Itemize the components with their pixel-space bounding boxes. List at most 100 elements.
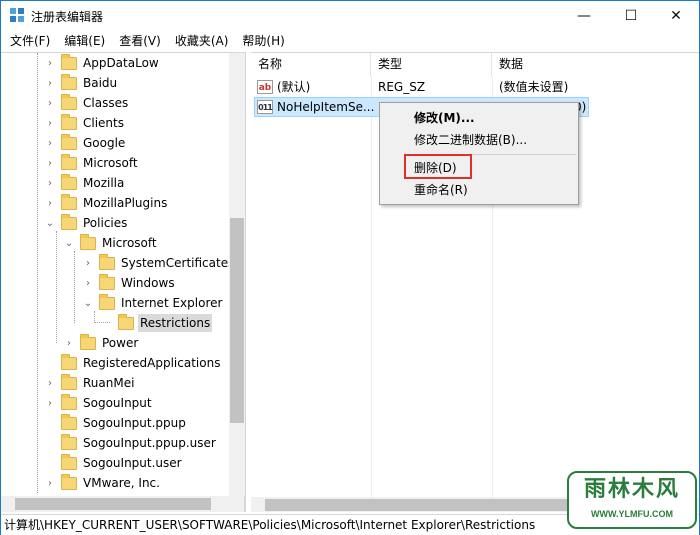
expand-chevron-icon[interactable]: › — [45, 478, 55, 489]
tree-item-sogouinput[interactable]: › SogouInput — [45, 393, 154, 413]
menu-favorites[interactable]: 收藏夹(A) — [170, 32, 234, 50]
collapse-chevron-icon[interactable]: ⌄ — [64, 238, 74, 249]
watermark-url: WWW.YLMFU.COM — [591, 509, 673, 519]
tree-item-policies-microsoft[interactable]: ⌄ Microsoft — [64, 233, 159, 253]
tree-item-label: RegisteredApplications — [83, 356, 221, 370]
tree-item-mozillaplugins[interactable]: › MozillaPlugins — [45, 193, 169, 213]
folder-icon — [61, 173, 77, 190]
tree-item-label: MozillaPlugins — [83, 196, 168, 210]
registry-editor-icon — [10, 8, 24, 22]
tree-item-mozilla[interactable]: › Mozilla — [45, 173, 126, 193]
folder-icon — [80, 233, 96, 250]
expand-chevron-icon[interactable]: › — [45, 198, 55, 209]
tree-item-internet-explorer[interactable]: ⌄ Internet Explorer — [83, 293, 224, 313]
menu-file[interactable]: 文件(F) — [5, 32, 55, 50]
tree-item-microsoft[interactable]: › Microsoft — [45, 153, 140, 173]
context-menu: 修改(M)... 修改二进制数据(B)... 删除(D) 重命名(R) — [379, 102, 579, 205]
tree-item-power[interactable]: › Power — [64, 333, 140, 353]
tree-item-label: Google — [83, 136, 126, 150]
folder-icon — [61, 353, 77, 370]
tree-item-label: RuanMei — [83, 376, 135, 390]
tree-item-sogouinput-ppup-user[interactable]: SogouInput.ppup.user — [45, 433, 218, 453]
folder-icon — [61, 73, 77, 90]
tree-item-label: Internet Explorer — [121, 296, 223, 310]
value-data: (数值未设置) — [499, 80, 569, 94]
tree-item-label: Clients — [83, 116, 124, 130]
expand-chevron-icon[interactable]: › — [64, 338, 74, 349]
folder-icon — [61, 473, 77, 490]
folder-icon — [61, 53, 77, 70]
tree-item-label: SogouInput — [83, 396, 152, 410]
tree-item-label: SystemCertificates — [121, 256, 235, 270]
tree-item-label: Policies — [83, 216, 128, 230]
folder-icon — [80, 333, 96, 350]
collapse-chevron-icon[interactable]: ⌄ — [83, 298, 93, 309]
tree-item-clients[interactable]: › Clients — [45, 113, 126, 133]
column-header-data[interactable]: 数据 — [492, 53, 699, 77]
expand-chevron-icon[interactable]: › — [83, 258, 93, 269]
expand-chevron-icon[interactable]: › — [83, 278, 93, 289]
tree-item-restrictions[interactable]: Restrictions — [102, 313, 213, 333]
expand-chevron-icon[interactable]: › — [45, 78, 55, 89]
expand-chevron-icon[interactable]: › — [45, 398, 55, 409]
folder-icon — [61, 133, 77, 150]
tree-horizontal-scroll-thumb[interactable] — [15, 498, 211, 510]
tree-item-label: SogouInput.ppup — [83, 416, 186, 430]
expand-chevron-icon[interactable]: › — [45, 118, 55, 129]
tree-vertical-scroll-thumb[interactable] — [230, 218, 244, 423]
folder-icon — [61, 433, 77, 450]
tree-item-google[interactable]: › Google — [45, 133, 127, 153]
menu-view[interactable]: 查看(V) — [114, 32, 166, 50]
context-modify[interactable]: 修改(M)... — [382, 107, 576, 129]
collapse-chevron-icon[interactable]: ⌄ — [45, 218, 55, 229]
context-modify-binary[interactable]: 修改二进制数据(B)... — [382, 129, 576, 151]
tree-item-policies[interactable]: ⌄ Policies — [45, 213, 129, 233]
tree-guide-line — [37, 53, 38, 493]
menu-help[interactable]: 帮助(H) — [237, 32, 289, 50]
tree-item-label: Microsoft — [102, 236, 157, 250]
expand-chevron-icon[interactable]: › — [45, 98, 55, 109]
tree-item-label: AppDataLow — [83, 56, 159, 70]
close-button[interactable]: ✕ — [653, 1, 699, 31]
delete-highlight-box — [404, 154, 472, 179]
expand-chevron-icon[interactable]: › — [45, 158, 55, 169]
tree-item-label: VMware, Inc. — [83, 476, 160, 490]
tree-item-registeredapplications[interactable]: RegisteredApplications — [45, 353, 222, 373]
expand-chevron-icon[interactable]: › — [45, 58, 55, 69]
folder-icon — [61, 93, 77, 110]
tree-item-systemcertificates[interactable]: › SystemCertificates — [83, 253, 236, 273]
tree-item-label: Restrictions — [138, 314, 213, 332]
folder-icon — [61, 393, 77, 410]
column-header-name[interactable]: 名称 — [251, 53, 371, 77]
key-tree-pane: › AppDataLow › Baidu › Classes › Clients… — [1, 52, 246, 512]
tree-item-sogouinput-user[interactable]: SogouInput.user — [45, 453, 184, 473]
tree-item-windows[interactable]: › Windows — [83, 273, 177, 293]
tree-item-ruanmei[interactable]: › RuanMei — [45, 373, 136, 393]
folder-icon — [61, 153, 77, 170]
menu-edit[interactable]: 编辑(E) — [59, 32, 110, 50]
tree-item-classes[interactable]: › Classes — [45, 93, 130, 113]
value-name: NoHelpItemSe... — [277, 100, 375, 114]
tree-item-label: Windows — [121, 276, 175, 290]
value-row-default[interactable]: ab (默认) REG_SZ (数值未设置) — [251, 77, 699, 97]
folder-icon — [61, 373, 77, 390]
tree-item-sogouinput-ppup[interactable]: SogouInput.ppup — [45, 413, 188, 433]
tree-horizontal-scrollbar[interactable] — [1, 496, 245, 512]
tree-item-baidu[interactable]: › Baidu — [45, 73, 119, 93]
tree-item-appdatalow[interactable]: › AppDataLow — [45, 53, 161, 73]
minimize-button[interactable]: — — [561, 1, 607, 31]
expand-chevron-icon[interactable]: › — [45, 178, 55, 189]
expand-chevron-icon[interactable]: › — [45, 138, 55, 149]
context-rename[interactable]: 重命名(R) — [382, 179, 576, 201]
tree-item-vmware[interactable]: › VMware, Inc. — [45, 473, 162, 493]
maximize-button[interactable]: ☐ — [608, 1, 654, 31]
tree-vertical-scrollbar[interactable] — [229, 53, 245, 512]
binary-value-icon: 011 — [257, 100, 273, 114]
folder-icon — [61, 193, 77, 210]
menu-bar: 文件(F) 编辑(E) 查看(V) 收藏夹(A) 帮助(H) — [1, 31, 699, 51]
list-horizontal-scroll-thumb[interactable] — [265, 499, 595, 511]
tree-item-label: Classes — [83, 96, 129, 110]
expand-chevron-icon[interactable]: › — [45, 378, 55, 389]
tree-item-label: Mozilla — [83, 176, 125, 190]
column-header-type[interactable]: 类型 — [371, 53, 492, 77]
